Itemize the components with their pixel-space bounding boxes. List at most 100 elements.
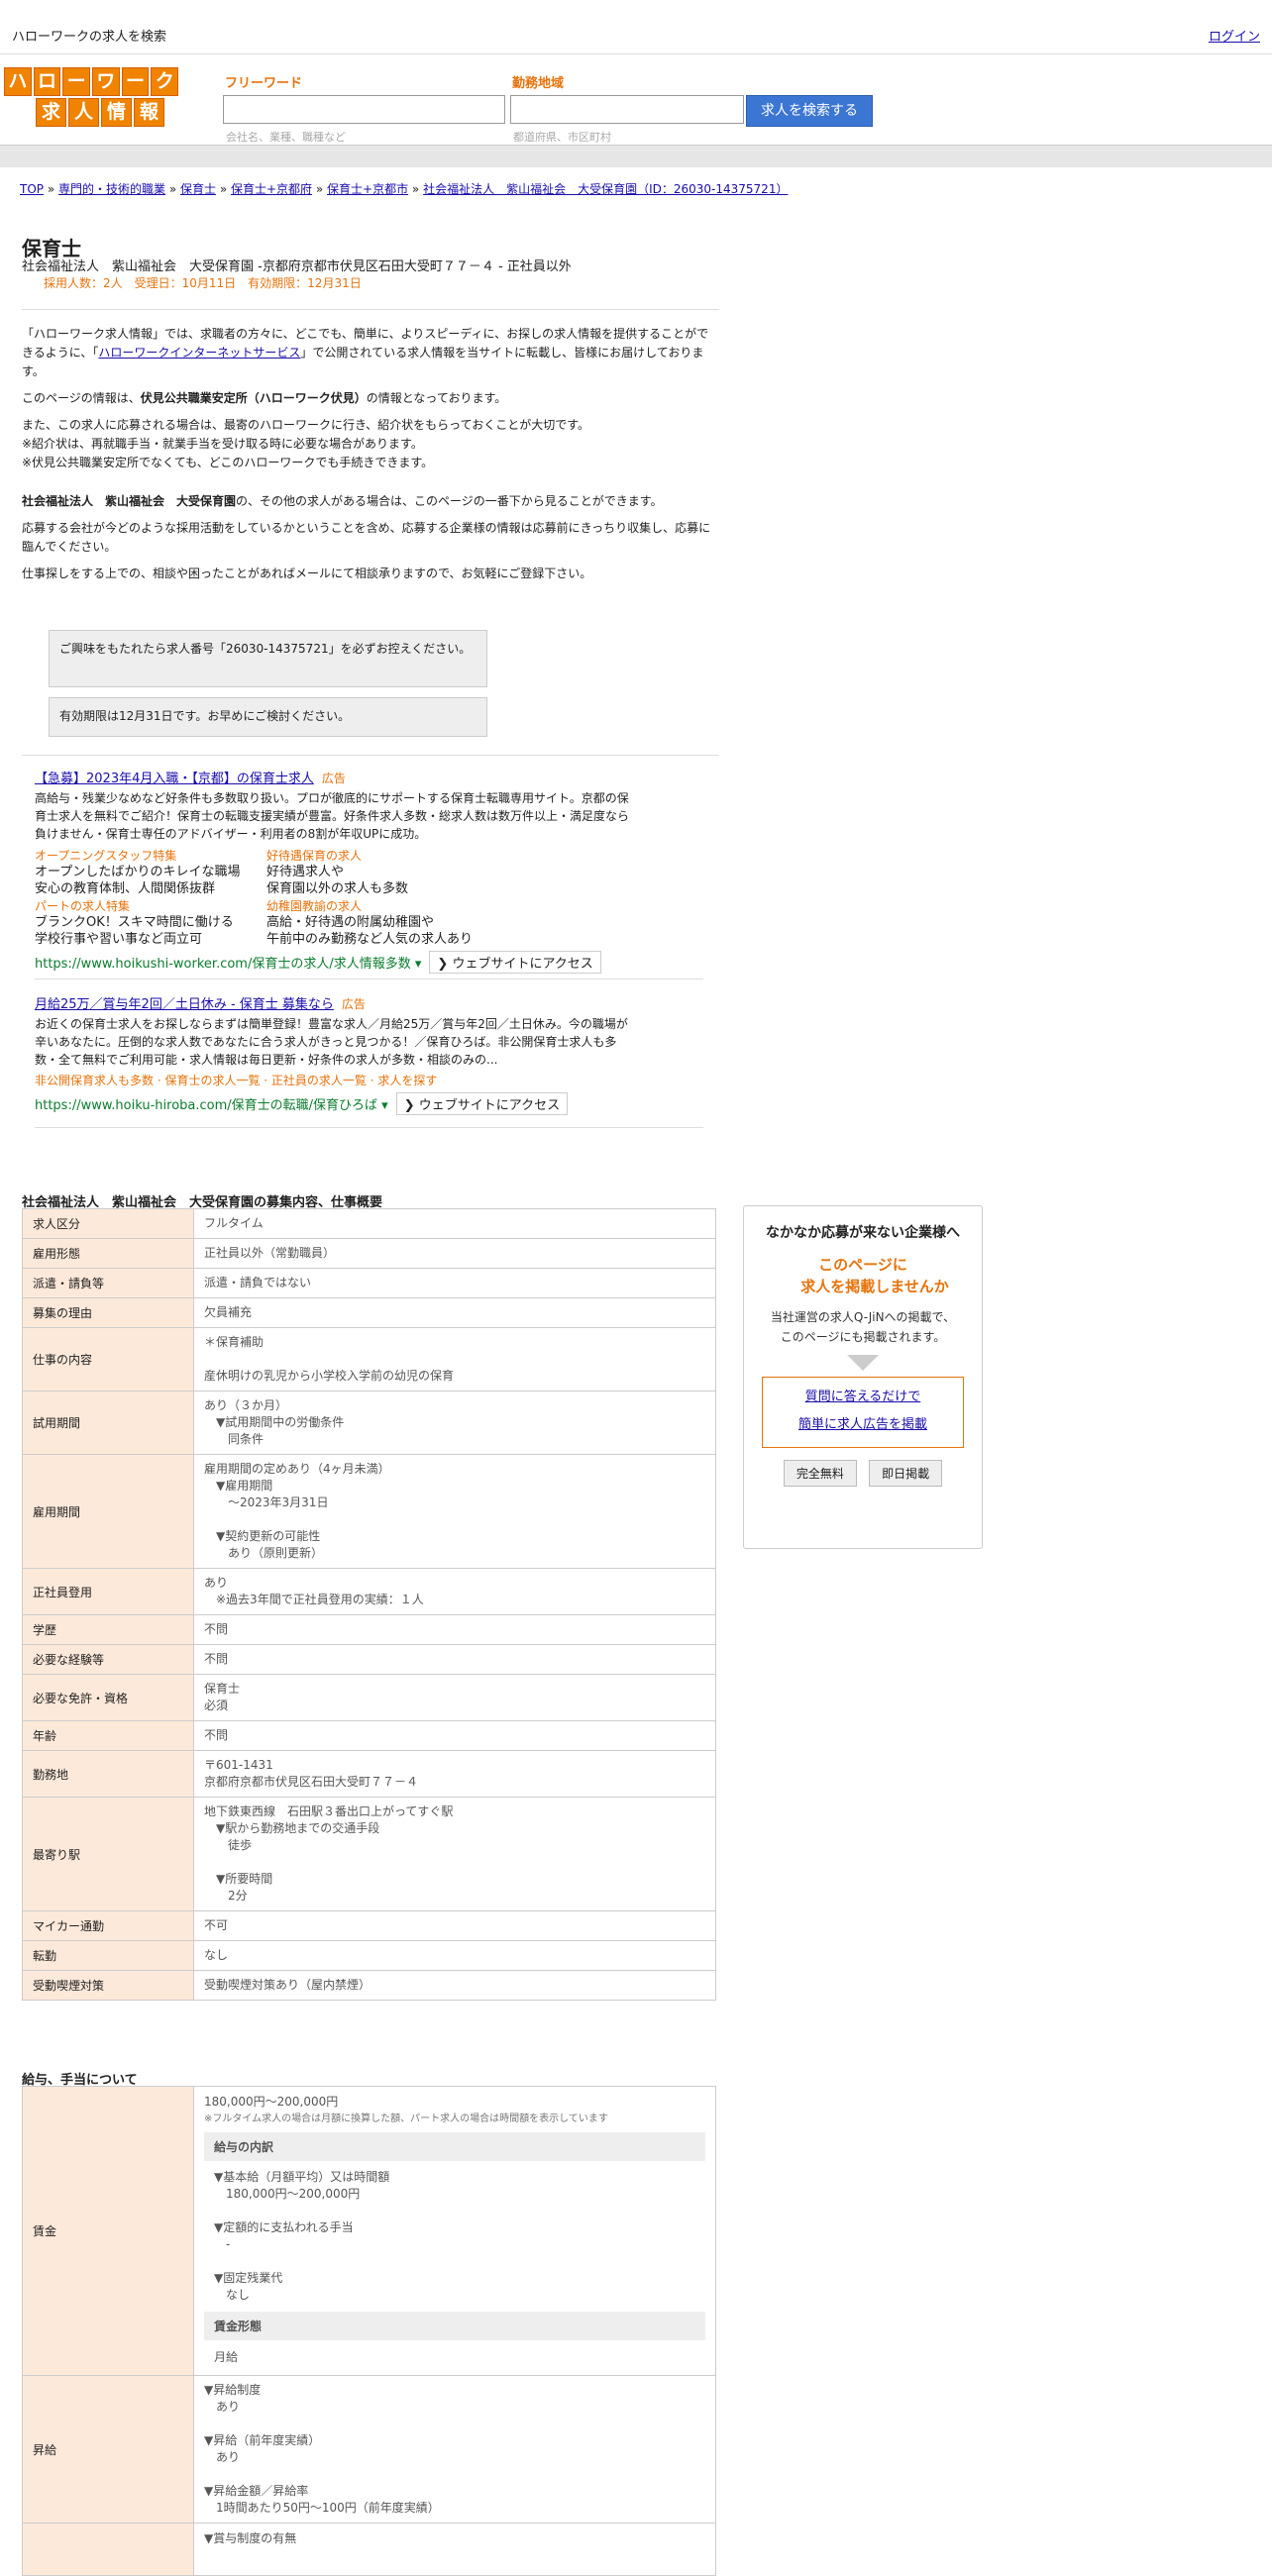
row-value-line: 派遣・請負ではない bbox=[204, 1276, 312, 1289]
value-line: ▼昇給制度 bbox=[204, 2383, 262, 2397]
ad-url[interactable]: https://www.hoikushi-worker.com/保育士の求人/求… bbox=[35, 957, 411, 972]
table-row: 正社員登用 あり ※過去3年間で正社員登用の実績：１人 bbox=[22, 1568, 716, 1615]
visit-website-button[interactable]: ❯ ウェブサイトにアクセス bbox=[429, 951, 601, 974]
login-link[interactable]: ログイン bbox=[1209, 26, 1260, 45]
job-number-notice: ご興味をもたれたら求人番号「26030-14375721」を必ずお控えください。 bbox=[49, 630, 487, 687]
free-button[interactable]: 完全無料 bbox=[783, 1460, 857, 1487]
table-row: 雇用期間 雇用期間の定めあり（4ヶ月未満） ▼雇用期間 〜2023年3月31日 ▼… bbox=[22, 1454, 716, 1569]
row-value: 不問 bbox=[193, 1644, 716, 1675]
row-key bbox=[22, 2523, 194, 2576]
value-line: あり bbox=[204, 2450, 241, 2464]
logo-char: ロ bbox=[33, 67, 61, 96]
table-row: 転勤 なし bbox=[22, 1940, 716, 1971]
value-line: ▼基本給（月額平均）又は時間額 bbox=[214, 2170, 390, 2184]
intro-paragraph: 応募する会社が今どのような採用活動をしているかということを含め、応募する企業様の… bbox=[22, 521, 711, 554]
wage-breakdown: ▼基本給（月額平均）又は時間額 180,000円〜200,000円 ▼定額的に支払… bbox=[204, 2169, 705, 2304]
breadcrumb-city[interactable]: 保育士+京都市 bbox=[327, 182, 408, 196]
divider bbox=[22, 309, 719, 310]
ad-extra-links[interactable]: 非公開保育求人も多数 · 保育士の求人一覧 · 正社員の求人一覧 · 求人を探す bbox=[35, 1072, 629, 1089]
wage-table: 賃金 180,000円〜200,000円 ※フルタイム求人の場合は月額に換算した… bbox=[22, 2086, 716, 2576]
area-hint: 都道府県、市区町村 bbox=[513, 131, 611, 144]
breadcrumb-top[interactable]: TOP bbox=[20, 182, 44, 196]
row-key: 必要な免許・資格 bbox=[22, 1674, 194, 1721]
visit-website-button[interactable]: ❯ ウェブサイトにアクセス bbox=[395, 1092, 569, 1115]
search-button[interactable]: 求人を検索する bbox=[746, 95, 873, 127]
chevron-down-icon[interactable]: ▾ bbox=[411, 957, 422, 972]
row-value-line: 雇用期間の定めあり（4ヶ月未満） bbox=[204, 1462, 390, 1476]
area-label: 勤務地域 bbox=[512, 76, 565, 91]
area-input[interactable] bbox=[510, 95, 744, 124]
breadcrumb-current[interactable]: 社会福祉法人 紫山福祉会 大受保育園（ID：26030-14375721） bbox=[423, 182, 788, 196]
row-value-line: あり（３か月） bbox=[204, 1398, 288, 1412]
hellowork-logo[interactable]: ハ ロ ー ワ ー ク 求 人 情 報 bbox=[4, 67, 179, 127]
promo-link[interactable]: 質問に答えるだけで bbox=[805, 1390, 921, 1404]
divider bbox=[22, 755, 719, 756]
ad-tag: 広告 bbox=[321, 772, 346, 785]
table-row: 派遣・請負等 派遣・請負ではない bbox=[22, 1268, 716, 1298]
value-line: - bbox=[214, 2237, 231, 2251]
logo-char: 報 bbox=[134, 98, 164, 127]
promo-link[interactable]: 簡単に求人広告を掲載 bbox=[798, 1417, 927, 1432]
chevron-down-icon[interactable]: ▾ bbox=[377, 1098, 388, 1113]
table-row: 昇給 ▼昇給制度 あり ▼昇給（前年度実績） あり ▼昇給金額／昇給率 1時間あたり… bbox=[22, 2375, 716, 2524]
ad-title[interactable]: 【急募】2023年4月入職・【京都】の保育士求人 bbox=[35, 772, 314, 786]
row-value: 雇用期間の定めあり（4ヶ月未満） ▼雇用期間 〜2023年3月31日 ▼契約更新… bbox=[193, 1454, 716, 1569]
table-row: 試用期間 あり（３か月） ▼試用期間中の労働条件 同条件 bbox=[22, 1391, 716, 1455]
promo-links: 質問に答えるだけで 簡単に求人広告を掲載 bbox=[762, 1377, 964, 1448]
value-line: 180,000円〜200,000円 bbox=[214, 2187, 361, 2201]
row-value-line: 不問 bbox=[204, 1652, 229, 1666]
breadcrumb-pref[interactable]: 保育士+京都府 bbox=[231, 182, 312, 196]
freeword-label: フリーワード bbox=[225, 76, 303, 91]
logo-char: ハ bbox=[4, 67, 32, 96]
sitelink[interactable]: 好待遇保育の求人 好待遇求人や 保育園以外の求人も多数 bbox=[266, 847, 498, 897]
row-value-line: 不問 bbox=[204, 1622, 229, 1636]
row-value: 〒601-1431 京都府京都市伏見区石田大受町７７－４ bbox=[193, 1750, 716, 1798]
row-value-line: ▼雇用期間 bbox=[204, 1479, 273, 1493]
row-value-line bbox=[204, 1854, 705, 1871]
ad-title[interactable]: 月給25万／賞与年2回／土日休み - 保育士 募集なら bbox=[35, 997, 334, 1012]
row-value-line: 正社員以外（常勤職員） bbox=[204, 1246, 336, 1260]
logo-char: ー bbox=[62, 67, 91, 96]
row-value-line: なし bbox=[204, 1948, 229, 1962]
row-value-line: 徒歩 bbox=[204, 1838, 253, 1852]
table-row: 学歴 不問 bbox=[22, 1614, 716, 1645]
hellowork-internet-link[interactable]: ハローワークインターネットサービス bbox=[98, 346, 300, 360]
table-row: 募集の理由 欠員補充 bbox=[22, 1297, 716, 1328]
freeword-input[interactable] bbox=[223, 95, 505, 124]
value-line: 1時間あたり50円〜100円（前年度実績） bbox=[204, 2501, 440, 2515]
ad-description: 高給与・残業少なめなど好条件も多数取り扱い。プロが徹底的にサポートする保育士転職… bbox=[35, 791, 630, 841]
ad-url[interactable]: https://www.hoiku-hiroba.com/保育士の転職/保育ひろ… bbox=[35, 1098, 377, 1113]
breadcrumb: TOP » 専門的・技術的職業 » 保育士 » 保育士+京都府 » 保育士+京都… bbox=[20, 182, 789, 196]
value-line: ▼固定残業代 bbox=[214, 2271, 283, 2285]
row-value-line: あり（原則更新） bbox=[204, 1546, 324, 1560]
sidebar-promo: なかなか応募が来ない企業様へ このページに 求人を掲載しませんか 当社運営の求人Q… bbox=[743, 1205, 983, 1549]
table-row: 必要な免許・資格 保育士 必須 bbox=[22, 1674, 716, 1721]
sitelink[interactable]: パートの求人特集 ブランクOK！スキマ時間に働ける 学校行事や習い事など両立可 bbox=[35, 897, 266, 948]
row-value: 180,000円〜200,000円 ※フルタイム求人の場合は月額に換算した額、パ… bbox=[193, 2086, 716, 2376]
value-line: あり bbox=[204, 2400, 241, 2414]
wage-range: 180,000円〜200,000円 bbox=[204, 2095, 339, 2109]
table-row: マイカー通勤 不可 bbox=[22, 1910, 716, 1941]
breadcrumb-job[interactable]: 保育士 bbox=[180, 182, 216, 196]
sitelink[interactable]: 幼稚園教諭の求人 高給・好待遇の附属幼稚園や 午前中のみ勤務など人気の求人あり bbox=[266, 897, 498, 948]
row-key: 学歴 bbox=[22, 1614, 194, 1645]
intro-text: 「ハローワーク求人情報」では、求職者の方々に、どこでも、簡単に、よりスピーディに… bbox=[22, 325, 719, 583]
row-value: 不可 bbox=[193, 1910, 716, 1941]
logo-char: ー bbox=[121, 67, 150, 96]
row-value-line: ▼試用期間中の労働条件 bbox=[204, 1415, 345, 1429]
row-value-line: 同条件 bbox=[204, 1432, 265, 1446]
breadcrumb-category[interactable]: 専門的・技術的職業 bbox=[58, 182, 165, 196]
sitelink[interactable]: オープニングスタッフ特集 オープンしたばかりのキレイな職場 安心の教育体制、人間関係… bbox=[35, 847, 266, 897]
expiry-notice: 有効期限は12月31日です。お早めにご検討ください。 bbox=[49, 697, 487, 737]
table-row: 雇用形態 正社員以外（常勤職員） bbox=[22, 1238, 716, 1269]
top-bar: ハローワークの求人を検索 ログイン bbox=[0, 0, 1272, 54]
arrow-down-icon bbox=[847, 1355, 879, 1371]
row-value-line: 保育士 bbox=[204, 1682, 241, 1696]
row-value: 地下鉄東西線 石田駅３番出口上がってすぐ駅 ▼駅から勤務地までの交通手段 徒歩 … bbox=[193, 1797, 716, 1911]
ad-block: 【急募】2023年4月入職・【京都】の保育士求人 広告 高給与・残業少なめなど好条… bbox=[35, 768, 629, 974]
intro-paragraph: 仕事探しをする上での、相談や困ったことがあればメールにて相談承りますので、お気軽… bbox=[22, 567, 592, 580]
row-key: 年齢 bbox=[22, 1720, 194, 1751]
promo-buttons: 完全無料 即日掲載 bbox=[744, 1460, 982, 1487]
same-day-button[interactable]: 即日掲載 bbox=[869, 1460, 943, 1487]
row-key: 仕事の内容 bbox=[22, 1327, 194, 1391]
